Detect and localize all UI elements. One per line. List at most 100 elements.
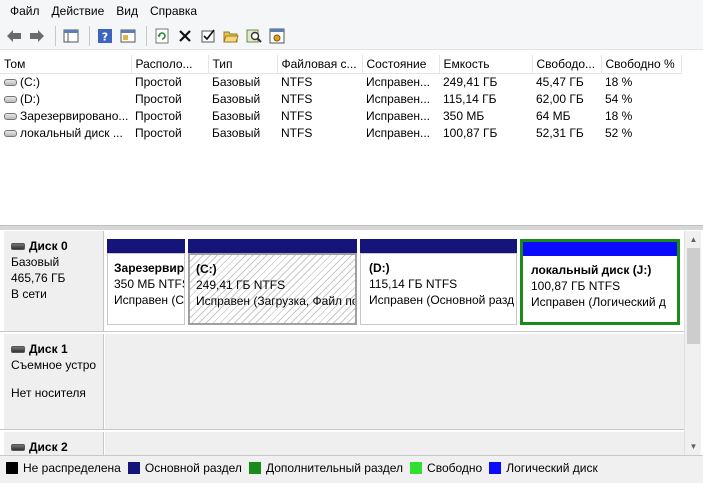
partition-d[interactable]: (D:) 115,14 ГБ NTFS Исправен (Основной р… (360, 239, 517, 325)
table-row[interactable]: локальный диск ... Простой Базовый NTFS … (0, 124, 681, 141)
partition-size: 249,41 ГБ NTFS (196, 278, 286, 292)
legend-item: Не распределена (6, 461, 121, 475)
partition-reserved[interactable]: Зарезервиро 350 МБ NTFS Исправен (С (107, 239, 185, 325)
table-row[interactable]: (D:) Простой Базовый NTFS Исправен... 11… (0, 90, 681, 107)
table-cell: 62,00 ГБ (536, 91, 584, 106)
table-cell: Базовый (212, 125, 261, 140)
menu-file[interactable]: Файл (4, 1, 46, 21)
column-header[interactable]: Свободно % (601, 55, 682, 74)
disk-title: Диск 2 (29, 440, 68, 454)
disk-status: В сети (11, 287, 47, 301)
search-icon[interactable] (244, 26, 264, 46)
column-header[interactable]: Емкость (439, 55, 533, 74)
partition-color-bar (360, 239, 517, 253)
table-cell: Простой (135, 125, 182, 140)
table-cell: 52 % (605, 125, 633, 140)
disk-type: Съемное устро (11, 358, 97, 372)
forward-arrow-icon[interactable] (27, 26, 47, 46)
volume-table: Том Располо... Тип Файловая с... Состоян… (0, 55, 682, 141)
vertical-scrollbar[interactable]: ▲ ▼ (684, 231, 701, 455)
menu-view[interactable]: Вид (110, 1, 144, 21)
disk-label[interactable]: Диск 1 Съемное устро Нет носителя (4, 334, 104, 429)
legend-swatch (127, 461, 140, 474)
settings-icon[interactable] (267, 26, 287, 46)
legend-label: Логический диск (506, 460, 598, 475)
scroll-up-icon[interactable]: ▲ (685, 231, 702, 248)
svg-text:?: ? (102, 30, 108, 43)
pane-splitter[interactable] (0, 225, 703, 230)
legend-swatch (410, 461, 423, 474)
partition-info: Зарезервиро 350 МБ NTFS Исправен (С (107, 253, 185, 325)
partition-color-bar (188, 239, 357, 253)
open-folder-icon[interactable] (221, 26, 241, 46)
table-row[interactable]: (C:) Простой Базовый NTFS Исправен... 24… (0, 73, 681, 90)
properties-icon[interactable] (118, 26, 138, 46)
volume-name-cell: локальный диск ... (0, 124, 131, 141)
disk-status: Нет носителя (11, 386, 86, 400)
table-cell: Исправен... (366, 91, 431, 106)
partition-info: (C:) 249,41 ГБ NTFS Исправен (Загрузка, … (188, 253, 357, 325)
table-cell: Исправен... (366, 125, 431, 140)
volume-icon (4, 112, 17, 120)
check-icon[interactable] (198, 26, 218, 46)
partition-status: Исправен (Основной разд (369, 293, 515, 307)
partition-name: (D:) (369, 261, 390, 275)
column-header[interactable]: Файловая с... (277, 55, 363, 74)
table-cell: Исправен... (366, 74, 431, 89)
scrollbar-thumb[interactable] (687, 248, 700, 344)
partition-name: локальный диск (J:) (531, 263, 652, 277)
table-cell: Простой (135, 91, 182, 106)
table-cell: Простой (135, 108, 182, 123)
table-cell: 249,41 ГБ (443, 74, 498, 89)
legend-item: Дополнительный раздел (248, 461, 403, 475)
toolbar-separator (89, 25, 90, 46)
menu-action[interactable]: Действие (46, 1, 111, 21)
console-tree-icon[interactable] (61, 26, 81, 46)
column-header[interactable]: Том (0, 55, 132, 74)
disk-label[interactable]: Диск 2 (4, 432, 104, 455)
legend-swatch (248, 461, 261, 474)
scroll-down-icon[interactable]: ▼ (685, 438, 702, 455)
refresh-icon[interactable] (152, 26, 172, 46)
table-row[interactable]: Зарезервировано... Простой Базовый NTFS … (0, 107, 681, 124)
partition-status: Исправен (Загрузка, Файл по (196, 294, 357, 308)
partition-c[interactable]: (C:) 249,41 ГБ NTFS Исправен (Загрузка, … (188, 239, 357, 325)
partition-j[interactable]: локальный диск (J:) 100,87 ГБ NTFS Испра… (520, 239, 680, 325)
partition-color-bar (107, 239, 185, 253)
table-cell: 52,31 ГБ (536, 125, 584, 140)
column-header[interactable]: Располо... (131, 55, 209, 74)
table-cell: Базовый (212, 108, 261, 123)
partition-name: Зарезервиро (114, 261, 185, 275)
help-icon[interactable]: ? (95, 26, 115, 46)
legend-swatch (6, 461, 18, 474)
legend-label: Не распределена (23, 460, 121, 475)
disk-label[interactable]: Диск 0 Базовый 465,76 ГБ В сети (4, 231, 104, 331)
menu-bar: Файл Действие Вид Справка (0, 0, 703, 22)
back-arrow-icon[interactable] (4, 26, 24, 46)
column-header[interactable]: Состояние (362, 55, 440, 74)
volume-icon (4, 95, 17, 103)
table-cell: Исправен... (366, 108, 431, 123)
menu-help[interactable]: Справка (144, 1, 203, 21)
table-header: Том Располо... Тип Файловая с... Состоян… (0, 55, 682, 74)
partition-status: Исправен (С (114, 293, 185, 307)
legend-item: Свободно (410, 461, 482, 475)
volume-name-cell: (C:) (0, 73, 131, 90)
removable-drive-icon (11, 346, 25, 354)
toolbar: ? (0, 22, 703, 50)
column-header[interactable]: Тип (208, 55, 278, 74)
partition-info: локальный диск (J:) 100,87 ГБ NTFS Испра… (523, 256, 677, 322)
legend-label: Свободно (427, 460, 483, 475)
partition-status: Исправен (Логический д (531, 295, 666, 309)
partition-size: 350 МБ NTFS (114, 277, 185, 291)
disk-type: Базовый (11, 255, 60, 269)
volume-icon (4, 129, 17, 137)
removable-drive-icon (11, 444, 25, 452)
delete-icon[interactable] (175, 26, 195, 46)
column-header[interactable]: Свободо... (532, 55, 602, 74)
table-cell: 100,87 ГБ (443, 125, 498, 140)
partition-size: 115,14 ГБ NTFS (369, 277, 458, 291)
legend: Не распределена Основной раздел Дополнит… (0, 455, 703, 479)
table-cell: 45,47 ГБ (536, 74, 584, 89)
